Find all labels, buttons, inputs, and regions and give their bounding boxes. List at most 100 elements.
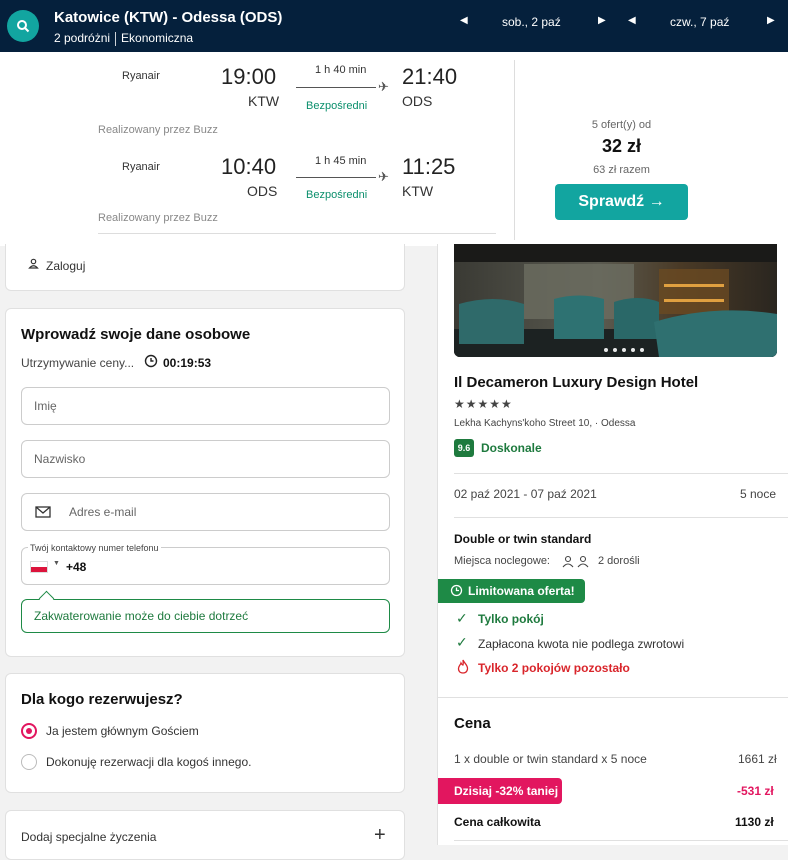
- price-hold-timer: 00:19:53: [163, 356, 212, 370]
- radio-other-guest[interactable]: [21, 754, 37, 770]
- cabin-class: Ekonomiczna: [121, 31, 194, 45]
- special-requests-label[interactable]: Dodaj specjalne życzenia: [21, 830, 156, 844]
- price-line-value: 1661 zł: [738, 752, 777, 766]
- user-icon: [28, 258, 39, 269]
- inbound-route-line: [296, 177, 376, 178]
- fire-icon: [457, 659, 469, 674]
- flight-card: Ryanair 19:00 KTW 1 h 40 min ✈ Bezpośred…: [0, 52, 788, 246]
- divider: [514, 60, 515, 240]
- chevron-down-icon[interactable]: ▼: [53, 560, 60, 567]
- last-name-field[interactable]: Nazwisko: [21, 440, 390, 478]
- price-line-item: 1 x double or twin standard x 5 noce: [454, 752, 647, 766]
- outbound-stops: Bezpośredni: [306, 100, 368, 112]
- stay-dates: 02 paź 2021 - 07 paź 2021: [454, 487, 597, 501]
- personal-data-title: Wprowadź swoje dane osobowe: [21, 326, 251, 343]
- prev-depart-date-icon[interactable]: ◀: [460, 15, 468, 26]
- login-card[interactable]: Zaloguj: [5, 244, 405, 291]
- travellers-count: 2 podróżni: [54, 31, 111, 45]
- clock-icon: [144, 354, 158, 368]
- total-price-value: 1130 zł: [735, 815, 774, 829]
- plane-icon: ✈: [378, 79, 389, 94]
- check-button[interactable]: Sprawdź →: [555, 184, 688, 220]
- prev-return-date-icon[interactable]: ◀: [628, 15, 636, 26]
- plus-icon[interactable]: +: [374, 824, 386, 847]
- outbound-departure-time: 19:00: [221, 64, 277, 89]
- trip-summary: 2 podróżni Ekonomiczna: [54, 31, 193, 46]
- main-guest-label[interactable]: Ja jestem głównym Gościem: [46, 724, 199, 738]
- inbound-operator: Realizowany przez Buzz: [98, 212, 218, 224]
- nights-count: 5 noce: [740, 487, 777, 501]
- price-hold-label: Utrzymywanie ceny...: [21, 356, 135, 370]
- checkmark-icon: ✓: [456, 610, 468, 626]
- inbound-arrival-time: 11:25: [402, 154, 456, 179]
- radio-main-guest[interactable]: [21, 723, 37, 739]
- checkmark-icon: ✓: [456, 634, 468, 650]
- poland-flag-icon[interactable]: [30, 561, 48, 573]
- route-title[interactable]: Katowice (KTW) - Odessa (ODS): [54, 9, 282, 26]
- search-button[interactable]: [7, 10, 39, 42]
- clock-icon: [450, 584, 463, 597]
- first-name-field[interactable]: Imię: [21, 387, 390, 425]
- inbound-stops: Bezpośredni: [306, 189, 368, 201]
- flight-total: 63 zł razem: [593, 164, 650, 176]
- email-field[interactable]: Adres e-mail: [21, 493, 390, 531]
- divider: [454, 473, 788, 474]
- rooms-left-warning: Tylko 2 pokojów pozostało: [478, 661, 630, 675]
- review-score-text: Doskonale: [481, 441, 542, 455]
- outbound-airline: Ryanair: [122, 70, 160, 82]
- envelope-icon: [35, 506, 51, 518]
- login-label[interactable]: Zaloguj: [46, 259, 85, 273]
- depart-date[interactable]: sob., 2 paź: [502, 15, 561, 29]
- return-date[interactable]: czw., 7 paź: [670, 15, 729, 29]
- offers-count: 5 ofert(y) od: [591, 119, 652, 131]
- booking-for-card: Dla kogo rezerwujesz? Ja jestem głównym …: [5, 673, 405, 793]
- flight-price: 32 zł: [601, 136, 642, 156]
- last-name-placeholder: Nazwisko: [34, 452, 86, 466]
- hotel-summary-panel: Il Decameron Luxury Design Hotel ★★★★★ L…: [437, 244, 788, 845]
- hotel-name: Il Decameron Luxury Design Hotel: [454, 374, 699, 391]
- divider: [98, 233, 496, 234]
- special-requests-card[interactable]: Dodaj specjalne życzenia +: [5, 810, 405, 860]
- divider: [454, 840, 788, 841]
- search-icon: [17, 20, 30, 33]
- inbound-airline: Ryanair: [122, 161, 160, 173]
- next-depart-date-icon[interactable]: ▶: [598, 15, 606, 26]
- guests-icon: [562, 555, 589, 568]
- next-return-date-icon[interactable]: ▶: [767, 15, 775, 26]
- discount-value: -531 zł: [737, 784, 774, 798]
- limited-offer-badge: Limitowana oferta!: [438, 579, 585, 603]
- price-title: Cena: [454, 715, 491, 732]
- outbound-duration: 1 h 40 min: [315, 64, 367, 76]
- review-score-badge: 9.6: [454, 439, 474, 457]
- divider: [115, 31, 117, 46]
- tooltip-text: Zakwaterowanie może do ciebie dotrzeć: [34, 609, 249, 623]
- phone-label: Twój kontaktowy numer telefonu: [28, 543, 161, 553]
- divider: [454, 517, 788, 518]
- divider: [438, 697, 788, 698]
- outbound-route-line: [296, 87, 376, 88]
- feature-room-only: Tylko pokój: [478, 612, 544, 626]
- beds-label: Miejsca noclegowe:: [454, 555, 550, 567]
- phone-prefix: +48: [66, 560, 87, 574]
- email-placeholder: Adres e-mail: [69, 505, 137, 519]
- feature-non-refundable: Zapłacona kwota nie podlega zwrotowi: [478, 637, 685, 651]
- discount-badge: Dzisiaj -32% taniej: [438, 778, 562, 804]
- total-price-label: Cena całkowita: [454, 815, 541, 829]
- inbound-arrival-code: KTW: [402, 183, 434, 199]
- info-tooltip: Zakwaterowanie może do ciebie dotrzeć: [21, 599, 390, 633]
- hotel-address: Lekha Kachyns'koho Street 10, · Odessa: [454, 418, 636, 429]
- inbound-departure-code: ODS: [247, 183, 278, 199]
- other-guest-label[interactable]: Dokonuję rezerwacji dla kogoś innego.: [46, 755, 251, 769]
- outbound-arrival-time: 21:40: [402, 64, 458, 89]
- outbound-operator: Realizowany przez Buzz: [98, 124, 218, 136]
- plane-icon: ✈: [378, 169, 389, 184]
- guests-count: 2 dorośli: [598, 555, 640, 567]
- limited-offer-text: Limitowana oferta!: [468, 584, 575, 598]
- room-type: Double or twin standard: [454, 532, 592, 546]
- outbound-arrival-code: ODS: [402, 93, 433, 109]
- booking-for-title: Dla kogo rezerwujesz?: [21, 691, 183, 708]
- hotel-photo[interactable]: [454, 244, 777, 357]
- carousel-dots[interactable]: [604, 339, 649, 357]
- outbound-departure-code: KTW: [248, 93, 280, 109]
- first-name-placeholder: Imię: [34, 399, 57, 413]
